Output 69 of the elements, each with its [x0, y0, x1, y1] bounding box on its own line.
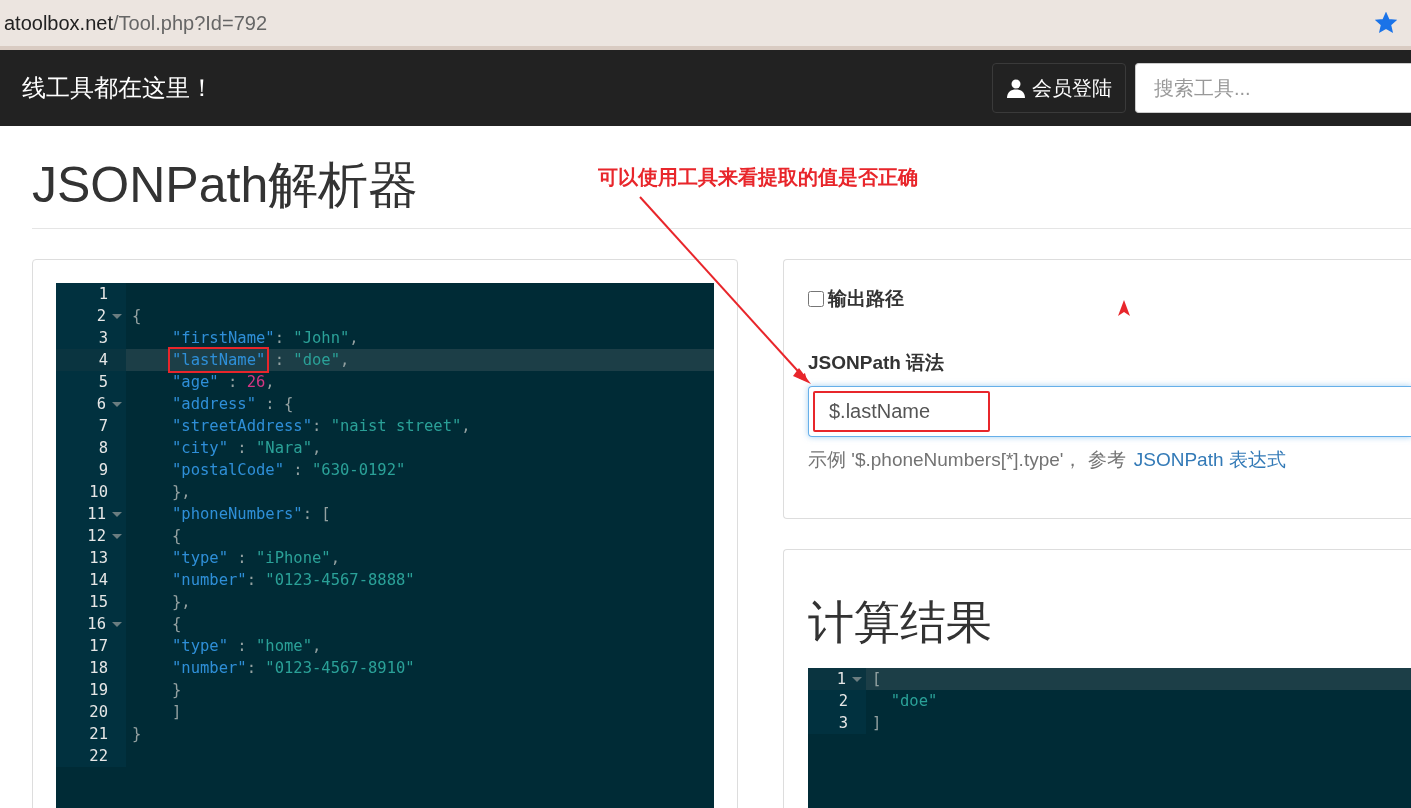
checkbox-label[interactable]: 输出路径: [828, 286, 904, 312]
line-number: 8: [98, 438, 108, 459]
line-number: 14: [89, 570, 108, 591]
field-label: JSONPath 语法: [808, 351, 946, 375]
code-line: "type" : "iPhone",: [171, 549, 340, 567]
line-number: 6: [96, 394, 106, 415]
fold-caret-icon[interactable]: [112, 313, 122, 319]
line-number: 18: [89, 658, 108, 679]
line-number: 21: [89, 724, 108, 745]
address-bar[interactable]: atoolbox.net/Tool.php?Id=792: [0, 0, 1411, 50]
line-number: 2: [96, 306, 106, 327]
code-line: "postalCode" : "630-0192": [171, 461, 406, 479]
code-line: },: [171, 483, 191, 501]
line-number: 19: [89, 680, 108, 701]
result-title: 计算结果: [808, 595, 993, 650]
line-number: 2: [838, 691, 848, 712]
url-text[interactable]: atoolbox.net/Tool.php?Id=792: [4, 11, 267, 35]
annotation-text: 可以使用工具来看提取的值是否正确: [598, 165, 918, 190]
code-line: [: [872, 670, 882, 688]
line-number: 17: [89, 636, 108, 657]
line-number: 13: [89, 548, 108, 569]
fold-caret-icon[interactable]: [112, 511, 122, 517]
checkbox[interactable]: [808, 291, 824, 307]
line-number: 5: [98, 372, 108, 393]
code-line: "age" : 26,: [171, 373, 275, 391]
reference-link[interactable]: JSONPath 表达式: [1133, 447, 1286, 473]
code-line: "streetAddress": "naist street",: [171, 417, 471, 435]
line-number: 1: [98, 284, 108, 305]
highlighted-value[interactable]: $.lastName: [813, 391, 990, 432]
site-brand[interactable]: 线工具都在这里！: [22, 72, 214, 104]
code-line: "type" : "home",: [171, 637, 322, 655]
line-number: 1: [836, 669, 846, 690]
line-number: 4: [98, 350, 108, 371]
code-line: "firstName": "John",: [171, 329, 359, 347]
fold-caret-icon[interactable]: [112, 621, 122, 627]
line-number: 3: [838, 713, 848, 734]
bookmark-star-icon[interactable]: [1375, 12, 1397, 34]
fold-caret-icon[interactable]: [112, 533, 122, 539]
code-line: "number": "0123-4567-8888": [171, 571, 415, 589]
user-icon: [1006, 78, 1026, 98]
code-line: "phoneNumbers": [: [171, 505, 331, 523]
search-field[interactable]: 搜索工具...: [1135, 63, 1411, 113]
code-line: {: [132, 307, 142, 325]
line-number: 15: [89, 592, 108, 613]
code-line: ]: [872, 714, 882, 732]
code-line: }: [132, 725, 142, 743]
line-number: 11: [87, 504, 106, 525]
line-number: 12: [87, 526, 106, 547]
line-number: 10: [89, 482, 108, 503]
code-line: "doe": [889, 692, 938, 710]
line-number: 3: [98, 328, 108, 349]
hint-text: 示例 '$.phoneNumbers[*].type'， 参考: [808, 448, 1126, 472]
code-line: ]: [171, 703, 182, 721]
line-number: 9: [98, 460, 108, 481]
line-number: 20: [89, 702, 108, 723]
arrowhead-mark: [1118, 300, 1130, 316]
fold-caret-icon[interactable]: [112, 401, 122, 407]
line-number: 16: [87, 614, 106, 635]
code-line: {: [171, 527, 182, 545]
code-line: "address" : {: [171, 395, 294, 413]
code-line: },: [171, 593, 191, 611]
code-line: }: [171, 681, 182, 699]
code-line: {: [171, 615, 182, 633]
line-number: 7: [98, 416, 108, 437]
code-line: "number": "0123-4567-8910": [171, 659, 415, 677]
login-button[interactable]: 会员登陆: [992, 63, 1126, 113]
line-number: 22: [89, 746, 108, 767]
expression-field[interactable]: $.lastName: [808, 386, 1411, 437]
code-line: "city" : "Nara",: [171, 439, 322, 457]
